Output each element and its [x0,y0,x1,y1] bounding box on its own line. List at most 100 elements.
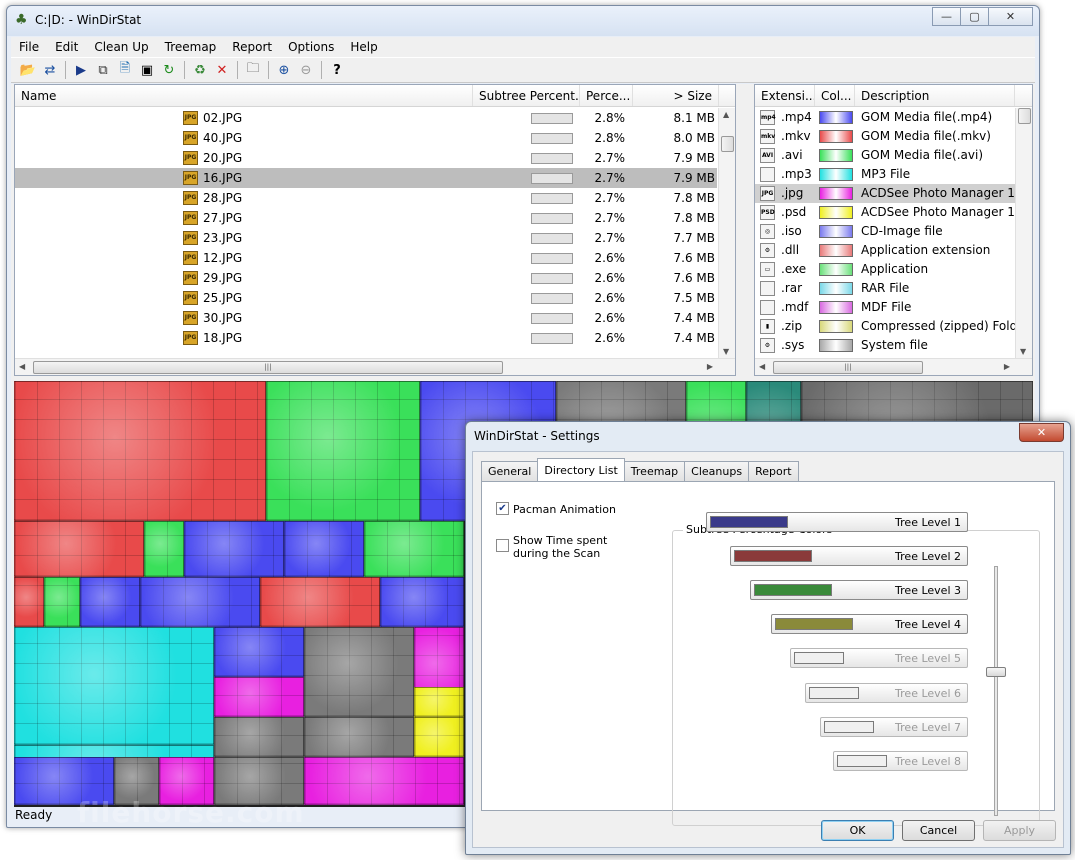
table-row[interactable]: JPG 28.JPG 2.7% 7.8 MB [15,188,717,208]
scroll-right-icon[interactable]: ▶ [1004,362,1010,371]
treemap-cell[interactable] [144,521,184,577]
apply-button[interactable]: Apply [983,820,1056,841]
tree-level-2-button[interactable]: Tree Level 2 [730,546,968,566]
table-row[interactable]: JPG 23.JPG 2.7% 7.7 MB [15,228,717,248]
tab-treemap[interactable]: Treemap [623,461,686,481]
tab-report[interactable]: Report [748,461,799,481]
scroll-down-icon[interactable]: ▼ [723,347,729,356]
column-color[interactable]: Col... [815,85,855,106]
list-item[interactable]: ▭ .exe Application [755,260,1015,279]
scroll-left-icon[interactable]: ◀ [759,362,765,371]
scroll-thumb[interactable]: ||| [773,361,923,374]
treemap-cell[interactable] [414,717,464,757]
list-item[interactable]: ▮ .zip Compressed (zipped) Folder [755,317,1030,336]
column-subtree-percent[interactable]: Subtree Percent... [473,85,580,106]
zoom-in-icon[interactable]: ⊕ [273,59,295,81]
treemap-cell[interactable] [44,577,80,627]
table-row[interactable]: JPG 20.JPG 2.7% 7.9 MB [15,148,717,168]
treemap-cell[interactable] [80,577,140,627]
properties-icon[interactable]: 🗀 [242,59,264,81]
column-extension[interactable]: Extensi... [755,85,815,106]
maximize-button[interactable]: ▢ [960,7,989,26]
list-item[interactable]: .mdf MDF File [755,298,1015,317]
tree-level-6-button[interactable]: Tree Level 6 [805,683,968,703]
treemap-cell[interactable] [266,381,420,521]
treemap-cell[interactable] [184,521,284,577]
menu-help[interactable]: Help [342,40,385,54]
directory-horizontal-scrollbar[interactable]: ◀ ||| ▶ [15,358,735,375]
table-row[interactable]: JPG 12.JPG 2.6% 7.6 MB [15,248,717,268]
treemap-cell[interactable] [380,577,464,627]
expand-icon[interactable]: ▶ [70,59,92,81]
list-item[interactable]: .rar RAR File [755,279,1015,298]
treemap-cell[interactable] [304,627,414,717]
zoom-out-icon[interactable]: ⊖ [295,59,317,81]
table-row[interactable]: JPG 27.JPG 2.7% 7.8 MB [15,208,717,228]
list-item[interactable]: AVI .avi GOM Media file(.avi) [755,146,1015,165]
scroll-thumb[interactable] [721,136,734,152]
column-percent[interactable]: Perce... [580,85,633,106]
refresh-all-icon[interactable]: ⇄ [39,59,61,81]
treemap-cell[interactable] [304,757,464,805]
list-item[interactable]: ⚙ .sys System file [755,336,1015,355]
explorer-icon[interactable]: 🗎 [114,59,136,81]
scroll-right-icon[interactable]: ▶ [707,362,713,371]
menu-edit[interactable]: Edit [47,40,86,54]
close-button[interactable]: ✕ [988,7,1033,26]
ok-button[interactable]: OK [821,820,894,841]
list-item[interactable]: ⚙ .dll Application extension [755,241,1015,260]
tree-level-3-button[interactable]: Tree Level 3 [750,580,968,600]
delete-icon[interactable]: ✕ [211,59,233,81]
menu-treemap[interactable]: Treemap [157,40,225,54]
table-row[interactable]: JPG 02.JPG 2.8% 8.1 MB [15,108,717,128]
cancel-button[interactable]: Cancel [902,820,975,841]
treemap-cell[interactable] [304,717,414,757]
menu-report[interactable]: Report [224,40,280,54]
minimize-button[interactable]: — [932,7,961,26]
column-description[interactable]: Description [855,85,1015,106]
treemap-cell[interactable] [214,677,304,717]
table-row[interactable]: JPG 40.JPG 2.8% 8.0 MB [15,128,717,148]
treemap-cell[interactable] [14,381,266,521]
column-size[interactable]: > Size [633,85,719,106]
menu-clean-up[interactable]: Clean Up [86,40,156,54]
treemap-cell[interactable] [14,577,44,627]
scroll-down-icon[interactable]: ▼ [1020,347,1026,356]
tree-level-1-button[interactable]: Tree Level 1 [706,512,968,532]
table-row[interactable]: JPG 25.JPG 2.6% 7.5 MB [15,288,717,308]
tree-level-4-button[interactable]: Tree Level 4 [771,614,968,634]
treemap-cell[interactable] [364,521,464,577]
treemap-cell[interactable] [260,577,380,627]
treemap-cell[interactable] [14,627,214,745]
treemap-cell[interactable] [284,521,364,577]
open-folder-icon[interactable]: 📂 [17,59,39,81]
pacman-animation-checkbox[interactable]: ✔ [496,502,509,515]
title-bar[interactable]: ♣ C:|D: - WinDirStat — ▢ ✕ [7,6,1039,36]
copy-icon[interactable]: ⧉ [92,59,114,81]
column-name[interactable]: Name [15,85,473,106]
treemap-cell[interactable] [214,627,304,677]
scroll-up-icon[interactable]: ▲ [723,110,729,119]
list-item[interactable]: PSD .psd ACDSee Photo Manager 12 ... [755,203,1032,222]
scroll-thumb[interactable]: ||| [33,361,503,374]
treemap-cell[interactable] [14,521,144,577]
scroll-left-icon[interactable]: ◀ [19,362,25,371]
list-item[interactable]: mkv .mkv GOM Media file(.mkv) [755,127,1015,146]
recycle-icon[interactable]: ♻ [189,59,211,81]
extension-list[interactable]: Extensi... Col... Description mp4 .mp4 GOM… [754,84,1033,376]
table-row[interactable]: JPG 18.JPG 2.6% 7.4 MB [15,328,717,348]
tab-cleanups[interactable]: Cleanups [684,461,750,481]
tab-general[interactable]: General [481,461,539,481]
list-item[interactable]: JPG .jpg ACDSee Photo Manager 12 J... [755,184,1032,203]
list-item[interactable]: .mp3 MP3 File [755,165,1015,184]
tree-level-slider-track[interactable] [994,566,998,816]
menu-options[interactable]: Options [280,40,342,54]
command-prompt-icon[interactable]: ▣ [136,59,158,81]
list-item[interactable]: ◎ .iso CD-Image file [755,222,1015,241]
extension-horizontal-scrollbar[interactable]: ◀ ||| ▶ [755,358,1032,375]
treemap-cell[interactable] [214,717,304,757]
dialog-close-button[interactable]: ✕ [1019,423,1064,442]
tab-directory-list[interactable]: Directory List [537,458,625,481]
scroll-thumb[interactable] [1018,108,1031,124]
tree-level-5-button[interactable]: Tree Level 5 [790,648,968,668]
